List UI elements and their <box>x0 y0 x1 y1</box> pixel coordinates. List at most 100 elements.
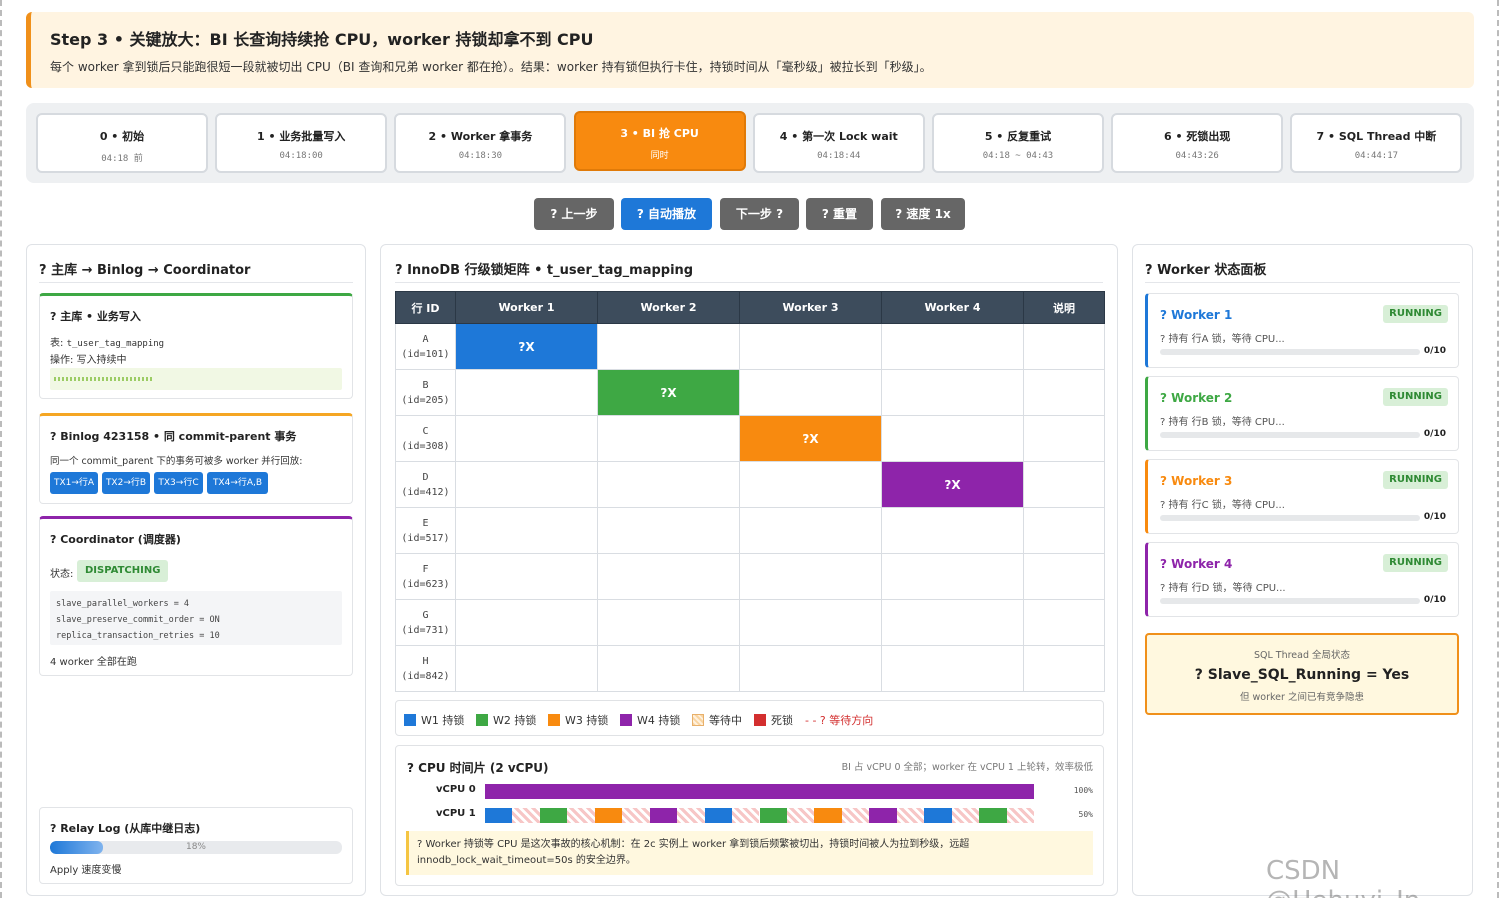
coordinator-note: 4 worker 全部在跑 <box>50 657 137 668</box>
speed-button[interactable]: ? 速度 1x <box>881 198 965 230</box>
step-3[interactable]: 3 • BI 抢 CPU 同时 <box>573 111 746 171</box>
legend-label: W3 持锁 <box>565 714 609 727</box>
coordinator-title: ? Coordinator (调度器) <box>50 533 181 546</box>
worker-retry-bar <box>1160 349 1420 355</box>
row-id-letter: B <box>422 379 429 391</box>
state-label: 状态: <box>50 569 74 580</box>
matrix-row: F (id=623) <box>395 553 1105 600</box>
worker-slice <box>704 808 733 823</box>
worker-name: ? Worker 1 <box>1160 308 1233 322</box>
row-id-letter: G <box>422 609 429 621</box>
wait-slice <box>841 808 870 823</box>
divider <box>1145 282 1460 283</box>
matrix-header: 说明 <box>1023 291 1105 324</box>
matrix-cell <box>1023 645 1105 692</box>
legend-swatch <box>692 714 704 726</box>
matrix-row: G (id=731) <box>395 599 1105 646</box>
step-6[interactable]: 6 • 死锁出现 04:43:26 <box>1111 113 1284 173</box>
row-id-letter: H <box>422 655 429 667</box>
wait-slice <box>567 808 595 823</box>
step-label: 7 • SQL Thread 中断 <box>1316 130 1437 143</box>
dispatch-badge: DISPATCHING <box>77 560 169 582</box>
step-time: 同时 <box>650 151 669 161</box>
next-button[interactable]: 下一步 ? <box>720 198 799 230</box>
step-label: 3 • BI 抢 CPU <box>620 127 699 140</box>
matrix-row: D (id=412) ?X <box>395 461 1105 508</box>
worker-retry-count: 0/10 <box>1423 595 1446 605</box>
worker-retry-count: 0/10 <box>1423 512 1446 522</box>
wait-slice <box>1006 808 1034 823</box>
matrix-header: Worker 1 <box>455 291 598 324</box>
divider <box>39 282 353 283</box>
matrix-cell <box>597 599 740 646</box>
worker-retry-count: 0/10 <box>1423 429 1446 439</box>
matrix-row: H (id=842) <box>395 645 1105 692</box>
row-id-sub: (id=412) <box>401 486 450 498</box>
step-time: 04:43:26 <box>1175 151 1219 161</box>
legend-swatch <box>754 714 766 726</box>
worker-name: ? Worker 4 <box>1160 557 1233 571</box>
step-5[interactable]: 5 • 反复重试 04:18 ~ 04:43 <box>932 113 1104 173</box>
matrix-cell <box>739 369 882 416</box>
reset-button[interactable]: ? 重置 <box>806 198 873 230</box>
step-label: 4 • 第一次 Lock wait <box>779 130 898 143</box>
legend-swatch <box>476 714 488 726</box>
config-block: slave_parallel_workers = 4 slave_preserv… <box>50 591 342 645</box>
relay-log-card: ? Relay Log (从库中继日志) 18% Apply 速度变慢 <box>39 807 353 884</box>
matrix-cell <box>455 645 598 692</box>
step-0[interactable]: 0 • 初始 04:18 前 <box>36 113 208 173</box>
worker-retry-bar <box>1160 432 1420 438</box>
row-id-sub: (id=205) <box>401 394 450 406</box>
relay-note: Apply 速度变慢 <box>50 865 122 876</box>
step-4[interactable]: 4 • 第一次 Lock wait 04:18:44 <box>752 113 925 173</box>
matrix-cell <box>739 323 882 370</box>
legend-item: W3 持锁 <box>548 712 608 728</box>
legend-swatch <box>548 714 560 726</box>
step-2[interactable]: 2 • Worker 拿事务 04:18:30 <box>394 113 567 173</box>
matrix-cell <box>739 645 882 692</box>
matrix-cell <box>455 461 598 508</box>
vcpu1-bar <box>485 808 1034 823</box>
matrix-row: E (id=517) <box>395 507 1105 554</box>
step-timeline: 0 • 初始 04:18 前 1 • 业务批量写入 04:18:00 2 • Worke… <box>26 103 1474 183</box>
worker-slice <box>924 808 952 823</box>
legend-item: 死锁 <box>754 712 793 728</box>
worker-retry-bar <box>1160 515 1420 521</box>
legend-item: W2 持锁 <box>476 712 536 728</box>
worker-status-badge: RUNNING <box>1383 471 1448 489</box>
legend-label: W2 持锁 <box>493 714 537 727</box>
row-id-sub: (id=101) <box>401 348 450 360</box>
matrix-cell <box>1023 553 1105 600</box>
row-id-letter: F <box>422 563 429 575</box>
step-time: 04:18 前 <box>101 154 143 164</box>
matrix-row: B (id=205) ?X <box>395 369 1105 416</box>
legend-label: W1 持锁 <box>421 714 465 727</box>
legend-label: - - ? 等待方向 <box>805 714 874 727</box>
matrix-cell <box>1023 599 1105 646</box>
master-write-title: ? 主库 • 业务写入 <box>50 310 141 323</box>
lock-cell: ?X <box>739 415 882 462</box>
matrix-row: A (id=101) ?X <box>395 323 1105 370</box>
tx-chip: TX1→行A <box>50 472 98 494</box>
step-1[interactable]: 1 • 业务批量写入 04:18:00 <box>215 113 388 173</box>
master-table-line: 表: t_user_tag_mapping <box>50 334 164 349</box>
matrix-cell <box>881 507 1024 554</box>
wait-slice <box>951 808 980 823</box>
worker-slice <box>869 808 897 823</box>
lock-cell: ?X <box>597 369 740 416</box>
row-id-sub: (id=517) <box>401 532 450 544</box>
worker-name: ? Worker 3 <box>1160 474 1233 488</box>
legend-swatch <box>620 714 632 726</box>
worker-retry-count: 0/10 <box>1423 346 1446 356</box>
worker-slice <box>759 808 787 823</box>
config-line: replica_transaction_retries = 10 <box>56 631 220 641</box>
relay-progress: 18% <box>50 841 342 854</box>
wait-slice <box>622 808 650 823</box>
prev-button[interactable]: ? 上一步 <box>534 198 614 230</box>
step-7[interactable]: 7 • SQL Thread 中断 04:44:17 <box>1290 113 1463 173</box>
matrix-cell <box>739 599 882 646</box>
matrix-header: 行 ID <box>395 291 456 324</box>
autoplay-button[interactable]: ? 自动播放 <box>621 198 712 230</box>
worker-status-badge: RUNNING <box>1383 554 1448 572</box>
worker-state: ? 持有 行C 锁，等待 CPU... <box>1160 500 1285 511</box>
